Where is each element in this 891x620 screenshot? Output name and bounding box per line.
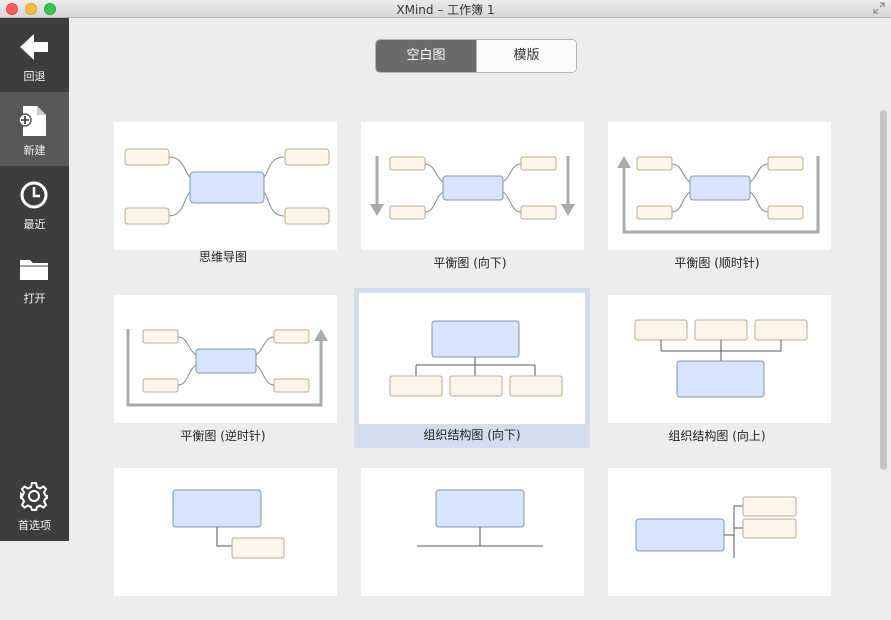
template-card-mind-map[interactable]: 思维导图 xyxy=(105,114,341,274)
template-gallery: 空白图 模版 思维导图 平衡图 (向下) 平衡图 (顺时针) 平衡图 (逆时针)… xyxy=(69,18,891,596)
thumbnail-mind-map xyxy=(114,122,337,250)
template-card-org-chart-down[interactable]: 组织结构图 (向下) xyxy=(354,288,590,448)
template-card-tree-down-2[interactable] xyxy=(352,460,588,620)
new-document-icon xyxy=(18,106,46,136)
sidebar-item-label: 回退 xyxy=(23,70,46,83)
thumbnail-balance-clockwise xyxy=(608,122,831,250)
thumbnail-org-chart-up xyxy=(608,295,831,423)
template-label: 组织结构图 (向上) xyxy=(668,429,766,443)
template-card-org-chart-up[interactable]: 组织结构图 (向上) xyxy=(599,287,835,447)
balance-down-diagram-icon xyxy=(370,156,575,220)
template-tab[interactable]: 模版 xyxy=(476,40,576,72)
thumbnail-tree-down xyxy=(114,468,337,596)
fullscreen-icon[interactable] xyxy=(873,2,885,14)
back-arrow-icon xyxy=(20,34,48,60)
sidebar-item-recent[interactable]: 最近 xyxy=(0,166,69,240)
template-label: 组织结构图 (向下) xyxy=(423,428,521,442)
template-label: 平衡图 (逆时针) xyxy=(180,429,266,443)
thumbnail-tree-down-2 xyxy=(361,468,584,596)
sidebar-item-label: 最近 xyxy=(23,218,46,231)
thumbnail-balance-counterclockwise xyxy=(114,295,337,423)
tree-down-diagram-icon xyxy=(172,489,285,559)
thumbnail-logic-chart xyxy=(608,468,831,596)
folder-icon xyxy=(20,260,48,280)
org-chart-up-diagram-icon xyxy=(634,319,808,398)
vertical-scrollbar[interactable] xyxy=(880,110,888,541)
logic-chart-diagram-icon xyxy=(635,496,797,558)
template-card-logic-chart[interactable] xyxy=(599,460,835,620)
template-label: 思维导图 xyxy=(198,250,247,264)
title-bar: XMind – 工作簿 1 xyxy=(0,0,891,18)
template-label: 平衡图 (向下) xyxy=(433,256,507,270)
gear-icon xyxy=(20,482,48,511)
org-chart-down-diagram-icon xyxy=(389,320,563,397)
balance-clockwise-diagram-icon xyxy=(617,156,820,234)
sidebar-item-label: 打开 xyxy=(23,292,46,305)
clock-icon xyxy=(20,181,48,209)
mode-segmented-control: 空白图 模版 xyxy=(375,39,577,73)
tree-down-2-diagram-icon xyxy=(417,489,543,547)
sidebar-item-back[interactable]: 回退 xyxy=(0,18,69,92)
blank-map-tab[interactable]: 空白图 xyxy=(376,40,476,72)
template-card-balance-down[interactable]: 平衡图 (向下) xyxy=(352,114,588,274)
sidebar-item-preferences[interactable]: 首选项 xyxy=(0,467,69,541)
sidebar: 回退 新建 最近 打开 首选项 xyxy=(0,18,69,541)
template-label: 平衡图 (顺时针) xyxy=(674,256,760,270)
sidebar-item-label: 首选项 xyxy=(18,519,51,532)
thumbnail-balance-down xyxy=(361,122,584,250)
template-card-balance-counterclockwise[interactable]: 平衡图 (逆时针) xyxy=(105,287,341,447)
template-card-balance-clockwise[interactable]: 平衡图 (顺时针) xyxy=(599,114,835,274)
sidebar-item-label: 新建 xyxy=(23,144,46,157)
template-card-tree-down[interactable] xyxy=(105,460,341,620)
scrollbar-thumb[interactable] xyxy=(880,110,887,470)
balance-counterclockwise-diagram-icon xyxy=(126,329,328,407)
thumbnail-org-chart-down xyxy=(359,293,585,424)
sidebar-item-new[interactable]: 新建 xyxy=(0,92,69,166)
sidebar-item-open[interactable]: 打开 xyxy=(0,240,69,314)
mind-map-diagram-icon xyxy=(124,148,330,225)
window-title: XMind – 工作簿 1 xyxy=(396,3,495,17)
